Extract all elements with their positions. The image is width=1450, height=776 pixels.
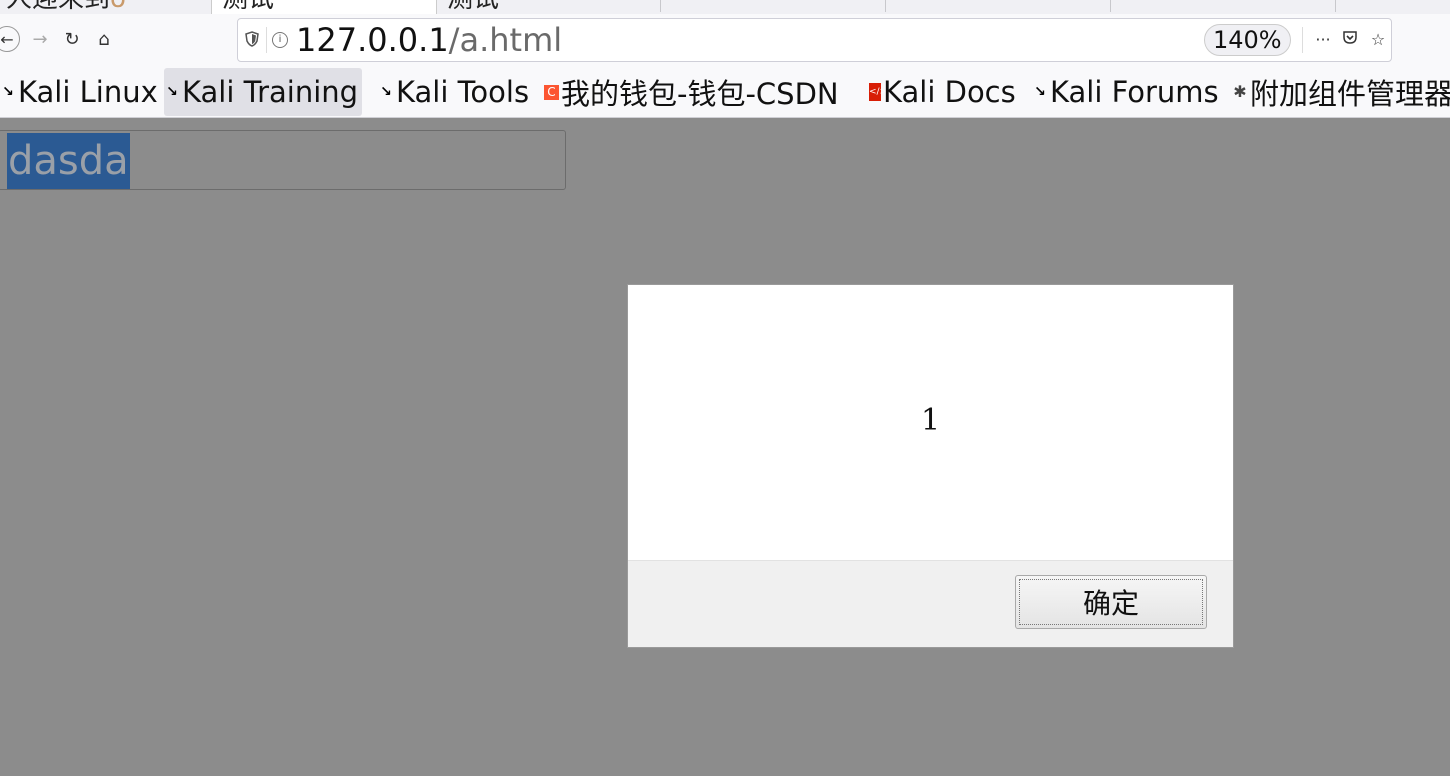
url-text[interactable]: 127.0.0.1/a.html — [296, 21, 562, 59]
alert-dialog: 1 确定 — [627, 284, 1234, 648]
reload-icon: ↻ — [64, 28, 80, 50]
alert-footer: 确定 — [628, 560, 1233, 647]
tracking-protection-shield-icon[interactable] — [244, 31, 260, 49]
kali-dragon-icon: ↘ — [1034, 84, 1046, 100]
tab-5[interactable] — [886, 0, 1110, 14]
tab-1[interactable]: 人迎来到o — [0, 0, 202, 14]
tab-active[interactable]: 测试 — [211, 0, 437, 14]
url-path: /a.html — [448, 21, 563, 59]
zoom-indicator-button[interactable]: 140% — [1204, 24, 1291, 56]
url-separator — [1302, 27, 1303, 53]
navigation-toolbar: ← → ↻ ⌂ i 127.0.0.1/a.html 140% ··· ☆ — [0, 14, 1450, 66]
forward-button[interactable]: → — [28, 26, 52, 52]
bookmarks-toolbar: ↘ Kali Linux ↘ Kali Training ↘ Kali Tools C… — [0, 66, 1450, 118]
tab-3[interactable]: 测试 — [437, 0, 659, 14]
tab-6[interactable] — [1111, 0, 1335, 14]
puzzle-piece-icon: ✱ — [1233, 82, 1247, 101]
kali-dragon-icon: ↘ — [166, 84, 178, 100]
url-bar[interactable]: i 127.0.0.1/a.html 140% ··· ☆ — [237, 18, 1392, 62]
bookmark-addon-manager[interactable]: ✱ 附加组件管理器 — [1232, 68, 1450, 116]
bookmark-kali-docs[interactable]: </> Kali Docs — [869, 68, 1020, 116]
selected-input-text: dasda — [7, 133, 130, 189]
bookmark-kali-forums[interactable]: ↘ Kali Forums — [1032, 68, 1223, 116]
kali-dragon-icon: ↘ — [380, 84, 392, 100]
bookmark-kali-tools[interactable]: ↘ Kali Tools — [378, 68, 533, 116]
bookmark-star-icon[interactable]: ☆ — [1368, 29, 1388, 51]
home-button[interactable]: ⌂ — [92, 26, 116, 52]
arrow-right-icon: → — [32, 28, 48, 50]
alert-message: 1 — [920, 403, 941, 438]
page-content: dasda 1 确定 — [0, 119, 1450, 776]
focus-ring — [1019, 579, 1203, 625]
docs-icon: </> — [869, 83, 887, 101]
page-actions-more-icon[interactable]: ··· — [1313, 29, 1333, 51]
site-info-icon[interactable]: i — [272, 32, 288, 48]
bookmark-kali-training[interactable]: ↘ Kali Training — [164, 68, 363, 116]
bookmark-csdn-wallet[interactable]: C 我的钱包-钱包-CSDN — [544, 68, 843, 116]
bookmark-kali-linux[interactable]: ↘ Kali Linux — [0, 68, 162, 116]
home-icon: ⌂ — [98, 28, 110, 50]
kali-dragon-icon: ↘ — [2, 84, 14, 100]
arrow-left-icon: ← — [0, 29, 14, 49]
reload-button[interactable]: ↻ — [60, 26, 84, 52]
back-button[interactable]: ← — [0, 26, 20, 52]
ok-button[interactable]: 确定 — [1015, 575, 1207, 629]
tab-strip: 人迎来到o 测试 测试 — [0, 0, 1450, 14]
csdn-icon: C — [544, 84, 559, 100]
url-host: 127.0.0.1 — [296, 21, 449, 59]
text-input-field[interactable]: dasda — [0, 130, 566, 190]
tab-7[interactable] — [1336, 0, 1450, 14]
tab-4[interactable] — [661, 0, 885, 14]
pocket-icon[interactable] — [1340, 29, 1360, 51]
url-separator — [266, 27, 267, 53]
